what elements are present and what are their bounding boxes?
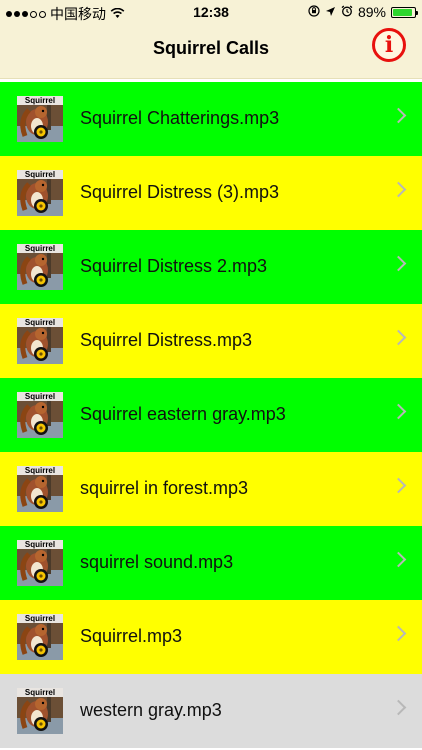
chevron-right-icon: [390, 255, 407, 272]
thumbnail-caption: Squirrel: [17, 614, 63, 623]
list-item-label: Squirrel Chatterings.mp3: [80, 108, 280, 128]
chevron-right-icon: [390, 181, 407, 198]
list-item-label: Squirrel.mp3: [80, 626, 183, 646]
list-item-label: Squirrel Distress 2.mp3: [80, 256, 268, 276]
list-item-label: squirrel in forest.mp3: [80, 478, 249, 498]
list-item-label: Squirrel Distress (3).mp3: [80, 182, 280, 202]
thumbnail-caption: Squirrel: [17, 392, 63, 401]
list-item[interactable]: Squirrel western gray.mp3: [0, 674, 422, 748]
thumbnail-caption: Squirrel: [17, 244, 63, 253]
list-item[interactable]: Squirrel Squirrel.mp3: [0, 600, 422, 674]
squirrel-thumbnail-image: Squirrel: [17, 170, 63, 216]
squirrel-thumbnail-image: Squirrel: [17, 318, 63, 364]
squirrel-thumbnail-image: Squirrel: [17, 614, 63, 660]
list-item-label: Squirrel Distress.mp3: [80, 330, 253, 350]
status-bar: 中国移动 12:38 89%: [0, 0, 422, 24]
squirrel-thumbnail-image: Squirrel: [17, 540, 63, 586]
chevron-right-icon: [390, 403, 407, 420]
battery-icon: [391, 6, 418, 18]
squirrel-thumbnail-image: Squirrel: [17, 392, 63, 438]
sound-list: Squirrel Squirrel Chatterings.mp3 Squirrel…: [0, 82, 422, 748]
list-item[interactable]: Squirrel squirrel sound.mp3: [0, 526, 422, 600]
status-right: 89%: [308, 4, 418, 20]
thumbnail-caption: Squirrel: [17, 96, 63, 105]
battery-level-fill: [393, 8, 412, 16]
chevron-right-icon: [390, 625, 407, 642]
info-icon: i: [384, 32, 394, 58]
squirrel-thumbnail-image: Squirrel: [17, 688, 63, 734]
squirrel-thumbnail-image: Squirrel: [17, 466, 63, 512]
list-item-label: squirrel sound.mp3: [80, 552, 234, 572]
location-icon: [325, 4, 336, 20]
chevron-right-icon: [390, 329, 407, 346]
list-item-label: western gray.mp3: [80, 700, 222, 720]
thumbnail-caption: Squirrel: [17, 170, 63, 179]
list-item[interactable]: Squirrel Squirrel Distress (3).mp3: [0, 156, 422, 230]
thumbnail-caption: Squirrel: [17, 688, 63, 697]
chevron-right-icon: [390, 551, 407, 568]
alarm-icon: [341, 4, 353, 20]
orientation-lock-icon: [308, 4, 320, 20]
thumbnail-caption: Squirrel: [17, 318, 63, 327]
list-item[interactable]: Squirrel Squirrel Distress 2.mp3: [0, 230, 422, 304]
list-item[interactable]: Squirrel Squirrel eastern gray.mp3: [0, 378, 422, 452]
chevron-right-icon: [390, 699, 407, 716]
thumbnail-caption: Squirrel: [17, 540, 63, 549]
chevron-right-icon: [390, 107, 407, 124]
list-item-label: Squirrel eastern gray.mp3: [80, 404, 286, 424]
list-item[interactable]: Squirrel squirrel in forest.mp3: [0, 452, 422, 526]
squirrel-thumbnail-image: Squirrel: [17, 96, 63, 142]
list-item[interactable]: Squirrel Squirrel Distress.mp3: [0, 304, 422, 378]
info-button[interactable]: i: [372, 28, 406, 62]
chevron-right-icon: [390, 477, 407, 494]
squirrel-thumbnail-image: Squirrel: [17, 244, 63, 290]
navigation-bar: 中国移动 12:38 89% Squirrel Calls i: [0, 0, 422, 79]
page-title: Squirrel Calls: [152, 38, 270, 58]
list-item[interactable]: Squirrel Squirrel Chatterings.mp3: [0, 82, 422, 156]
thumbnail-caption: Squirrel: [17, 466, 63, 475]
battery-percent: 89%: [357, 4, 386, 20]
